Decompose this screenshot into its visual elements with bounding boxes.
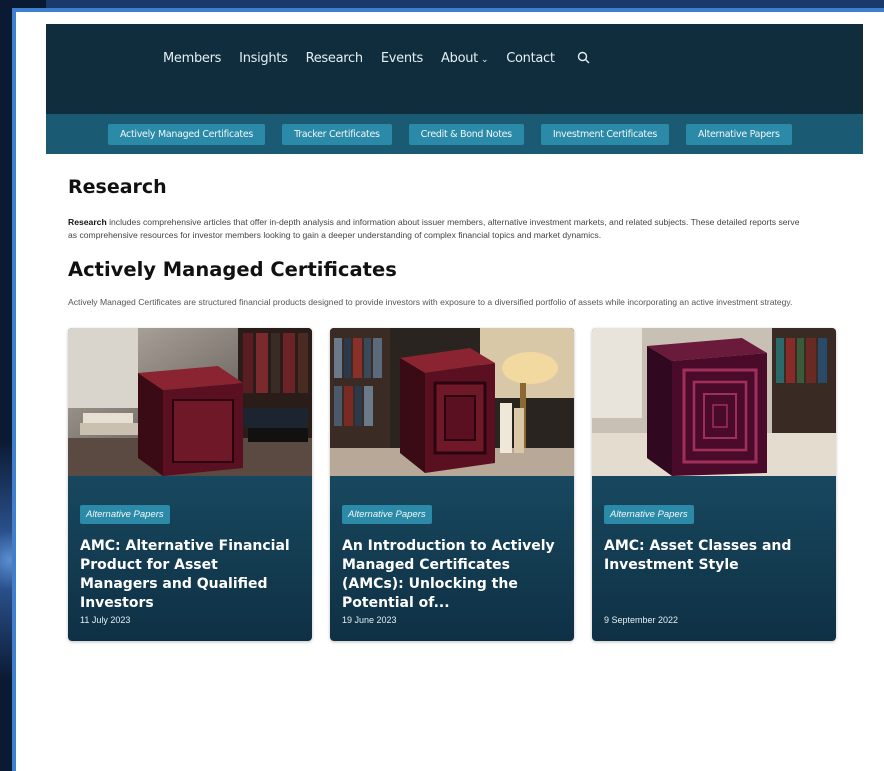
nav-research[interactable]: Research [306, 51, 364, 66]
article-card[interactable]: Alternative Papers AMC: Asset Classes an… [592, 328, 836, 641]
card-title[interactable]: AMC: Alternative Financial Product for A… [80, 537, 300, 613]
card-body: Alternative Papers AMC: Asset Classes an… [592, 476, 836, 641]
card-title[interactable]: An Introduction to Actively Managed Cert… [342, 537, 562, 613]
main-content: Research Research includes comprehensive… [46, 154, 863, 641]
card-date: 11 July 2023 [80, 615, 131, 625]
card-date: 19 June 2023 [342, 615, 397, 625]
card-body: Alternative Papers An Introduction to Ac… [330, 476, 574, 641]
chevron-down-icon: ⌄ [480, 55, 489, 65]
card-body: Alternative Papers AMC: Alternative Fina… [68, 476, 312, 641]
card-tag[interactable]: Alternative Papers [604, 505, 694, 524]
card-tag[interactable]: Alternative Papers [342, 505, 432, 524]
card-date: 9 September 2022 [604, 615, 679, 625]
category-tracker[interactable]: Tracker Certificates [282, 123, 392, 145]
nav-insights[interactable]: Insights [239, 51, 288, 66]
category-investment[interactable]: Investment Certificates [540, 123, 670, 145]
research-intro: Research includes comprehensive articles… [68, 216, 808, 242]
web-page: Members Insights Research Events About ⌄ … [46, 24, 863, 771]
card-title[interactable]: AMC: Asset Classes and Investment Style [604, 537, 824, 575]
page-title: Research [68, 176, 167, 198]
search-icon[interactable] [577, 51, 590, 67]
nav-contact[interactable]: Contact [506, 51, 555, 66]
card-image [68, 328, 312, 476]
nav-about-label: About [441, 51, 478, 66]
card-image [330, 328, 574, 476]
top-navigation: Members Insights Research Events About ⌄ … [46, 24, 863, 114]
intro-bold: Research [68, 217, 107, 227]
section-title: Actively Managed Certificates [68, 258, 397, 281]
category-actively-managed[interactable]: Actively Managed Certificates [108, 123, 266, 145]
article-cards: Alternative Papers AMC: Alternative Fina… [68, 328, 841, 641]
section-description: Actively Managed Certificates are struct… [68, 297, 793, 307]
nav-about[interactable]: About ⌄ [441, 51, 488, 66]
category-bar: Actively Managed Certificates Tracker Ce… [46, 114, 863, 154]
category-credit-bond[interactable]: Credit & Bond Notes [408, 123, 524, 145]
article-card[interactable]: Alternative Papers An Introduction to Ac… [330, 328, 574, 641]
intro-text: includes comprehensive articles that off… [68, 217, 800, 240]
category-alternative[interactable]: Alternative Papers [686, 123, 792, 145]
nav-events[interactable]: Events [381, 51, 424, 66]
nav-members[interactable]: Members [163, 51, 221, 66]
card-image [592, 328, 836, 476]
card-tag[interactable]: Alternative Papers [80, 505, 170, 524]
article-card[interactable]: Alternative Papers AMC: Alternative Fina… [68, 328, 312, 641]
